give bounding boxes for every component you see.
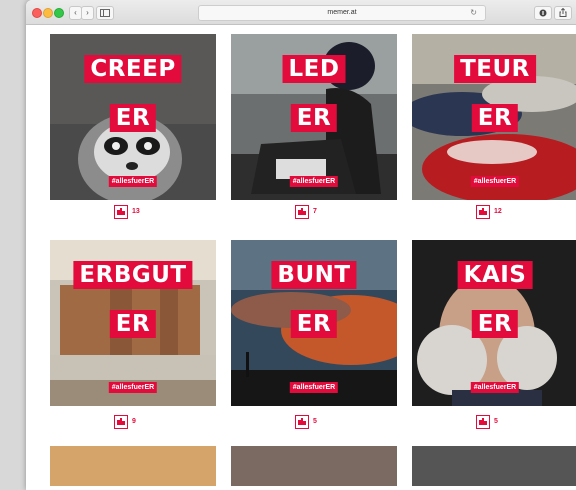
close-window-button[interactable] [32,8,42,18]
like-count: 12 [494,208,502,215]
like-icon [476,415,490,429]
meme-hashtag: #allesfuerER [289,382,339,393]
sidebar-icon[interactable] [96,6,114,20]
shield-icon[interactable] [534,6,552,20]
meme-card[interactable]: LED ER #allesfuerER [231,34,397,200]
meme-word: BUNT [271,261,357,289]
like-count: 5 [494,418,498,425]
meme-card[interactable]: KAIS ER #allesfuerER [412,240,576,406]
meme-suffix: ER [471,310,519,338]
like-count: 7 [313,208,317,215]
like-icon [476,205,490,219]
meme-card-partial[interactable] [231,446,397,486]
meme-card-partial[interactable] [412,446,576,486]
meme-suffix: ER [290,310,338,338]
meme-suffix: ER [109,104,157,132]
like-icon [295,415,309,429]
meme-hashtag: #allesfuerER [470,382,520,393]
meme-hashtag: #allesfuerER [470,176,520,187]
meme-word: LED [282,55,346,83]
meme-card[interactable]: BUNT ER #allesfuerER [231,240,397,406]
like-icon [114,205,128,219]
like-count: 9 [132,418,136,425]
meme-suffix: ER [471,104,519,132]
forward-button[interactable]: › [81,6,94,20]
address-bar[interactable]: memer.at ↻ [198,5,486,21]
meme-hashtag: #allesfuerER [108,176,158,187]
like-icon [114,415,128,429]
like-count: 5 [313,418,317,425]
meme-card[interactable]: ERBGUT ER #allesfuerER [50,240,216,406]
meme-word: TEUR [454,55,536,83]
share-icon[interactable] [554,6,572,20]
meme-word: KAIS [457,261,533,289]
reload-icon[interactable]: ↻ [470,6,477,20]
like-icon [295,205,309,219]
browser-toolbar: ‹ › memer.at ↻ [26,0,576,25]
meme-hashtag: #allesfuerER [289,176,339,187]
meme-hashtag: #allesfuerER [108,382,158,393]
browser-window: ‹ › memer.at ↻ CREEP ER #allesfuerER 13 … [26,0,576,490]
meme-card[interactable]: CREEP ER #allesfuerER [50,34,216,200]
meme-card[interactable]: TEUR ER #allesfuerER [412,34,576,200]
meme-suffix: ER [290,104,338,132]
like-count: 13 [132,208,140,215]
meme-word: ERBGUT [73,261,193,289]
url-text: memer.at [327,9,357,16]
meme-card-partial[interactable] [50,446,216,486]
minimize-window-button[interactable] [43,8,53,18]
meme-word: CREEP [84,55,182,83]
zoom-window-button[interactable] [54,8,64,18]
meme-suffix: ER [109,310,157,338]
